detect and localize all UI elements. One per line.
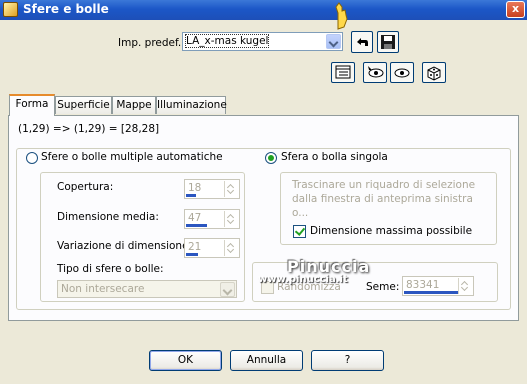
max-size-label: Dimensione massima possibile: [310, 225, 473, 237]
avg-size-label: Dimensione media:: [57, 211, 159, 223]
single-radio[interactable]: [265, 152, 277, 164]
save-preset-button[interactable]: [377, 31, 399, 53]
seed-label: Seme:: [366, 281, 400, 293]
dice-icon: [427, 66, 441, 81]
spinner-arrows-icon[interactable]: [458, 278, 472, 294]
chevron-down-icon[interactable]: [220, 282, 235, 297]
bubble-type-label: Tipo di sfere o bolle:: [57, 263, 164, 275]
size-variation-label: Variazione di dimensione:: [57, 240, 193, 252]
avg-size-value: 47: [188, 212, 202, 224]
tab-forma[interactable]: Forma: [9, 94, 55, 116]
preset-label: Imp. predef.:: [118, 37, 185, 49]
coverage-spinner[interactable]: 18: [184, 179, 240, 199]
randomize-button[interactable]: [422, 62, 446, 83]
size-variation-value: 21: [188, 241, 202, 253]
load-preset-button[interactable]: [351, 31, 373, 53]
close-button[interactable]: x: [506, 1, 525, 18]
bubble-type-value: Non intersecare: [61, 283, 145, 295]
layout-icon: [335, 65, 351, 79]
hand-cursor-icon: [335, 2, 348, 30]
tab-mappe[interactable]: Mappe: [112, 96, 156, 114]
help-button[interactable]: ?: [311, 350, 384, 371]
window-title: Sfere e bolle: [23, 2, 109, 16]
spinner-arrows-icon[interactable]: [224, 240, 238, 256]
save-icon: [381, 35, 395, 49]
proof-button[interactable]: [363, 62, 387, 83]
avg-size-bar: [186, 224, 207, 227]
preset-dropdown[interactable]: LA_x-mas kugel: [182, 32, 343, 51]
seed-bar: [404, 291, 459, 294]
single-radio-label: Sfera o bolla singola: [281, 151, 388, 163]
avg-size-spinner[interactable]: 47: [184, 209, 240, 229]
eye-cursor-icon: [368, 66, 384, 78]
preview-toggle-button[interactable]: [331, 62, 355, 83]
auto-radio[interactable]: [26, 152, 38, 164]
undo-arrow-icon: [357, 38, 368, 46]
chevron-down-icon[interactable]: [326, 34, 341, 49]
auto-proof-button[interactable]: [390, 62, 414, 83]
tab-illuminazione[interactable]: Illuminazione: [156, 96, 227, 114]
max-size-checkbox[interactable]: [293, 225, 306, 238]
watermark-url: www.pinuccia.it: [258, 274, 348, 285]
coordinates-readout: (1,29) => (1,29) = [28,28]: [18, 123, 160, 135]
eye-icon: [394, 68, 410, 78]
single-hint-text: Trascinare un riquadro di selezione dall…: [292, 179, 476, 219]
preset-value: LA_x-mas kugel: [184, 34, 270, 48]
size-variation-spinner[interactable]: 21: [184, 238, 240, 258]
coverage-label: Copertura:: [57, 181, 114, 193]
cancel-button[interactable]: Annulla: [230, 350, 303, 371]
seed-value: 83341: [406, 279, 440, 291]
spinner-arrows-icon[interactable]: [224, 211, 238, 227]
spinner-arrows-icon[interactable]: [224, 181, 238, 197]
bubble-type-dropdown[interactable]: Non intersecare: [57, 280, 237, 298]
app-icon: [3, 2, 18, 17]
auto-radio-label: Sfere o bolle multiple automatiche: [41, 151, 223, 163]
ok-button[interactable]: OK: [149, 350, 222, 371]
tab-superficie[interactable]: Superficie: [55, 96, 112, 114]
coverage-value: 18: [188, 182, 202, 194]
seed-spinner[interactable]: 83341: [402, 276, 474, 296]
size-variation-bar: [186, 253, 198, 256]
title-bar: Sfere e bolle x: [0, 0, 527, 20]
coverage-bar: [186, 194, 196, 197]
